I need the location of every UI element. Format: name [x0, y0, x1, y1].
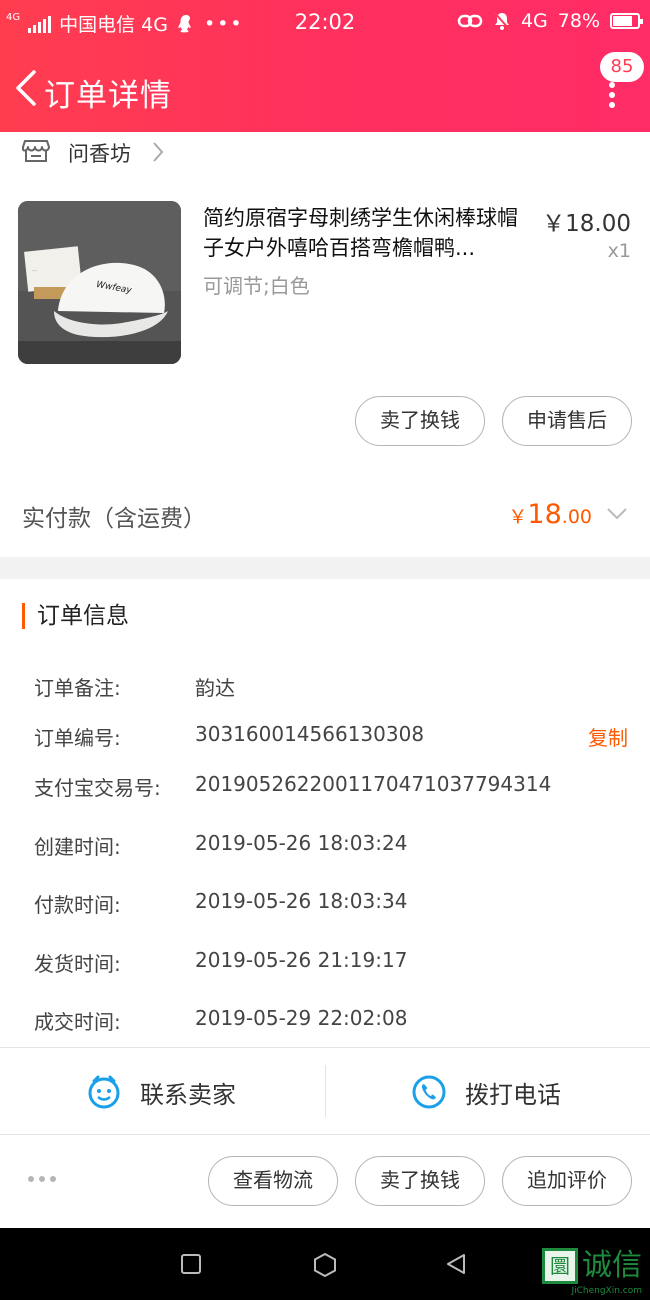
copy-order-number-button[interactable]: 复制	[588, 722, 628, 751]
contact-seller-button[interactable]: 联系卖家	[86, 1066, 236, 1118]
payment-amount: ￥18.00	[508, 499, 592, 530]
status-bar: 4G 中国电信 4G ••• 22:02 4G 78%	[0, 0, 650, 46]
header: 4G 中国电信 4G ••• 22:02 4G 78% 订单详情 85	[0, 0, 650, 132]
page-title: 订单详情	[44, 78, 172, 114]
bell-muted-icon	[493, 11, 511, 31]
more-vertical-icon[interactable]	[600, 82, 624, 110]
order-note-value: 韵达	[195, 676, 235, 700]
battery-fill	[613, 16, 632, 26]
order-number-value: 303160014566130308	[195, 722, 425, 746]
status-right: 4G 78%	[457, 10, 643, 32]
deal-time-value: 2019-05-29 22:02:08	[195, 1006, 408, 1030]
after-sale-button[interactable]: 申请售后	[502, 396, 632, 446]
message-count-badge[interactable]: 85	[600, 52, 644, 82]
created-time-value: 2019-05-26 18:03:24	[195, 831, 408, 855]
divider	[0, 1047, 650, 1048]
product-quantity: x1	[607, 240, 631, 262]
chat-face-icon	[88, 1075, 120, 1109]
link-icon	[457, 14, 483, 28]
product-title[interactable]: 简约原宿字母刺绣学生休闲棒球帽子女户外嘻哈百搭弯檐帽鸭...	[203, 203, 533, 263]
created-time-label: 创建时间:	[34, 835, 121, 859]
paid-time-value: 2019-05-26 18:03:34	[195, 889, 408, 913]
home-icon[interactable]	[312, 1252, 338, 1278]
chevron-right-icon	[153, 142, 164, 162]
shipped-time-label: 发货时间:	[34, 952, 121, 976]
section-divider	[0, 557, 650, 579]
nav-bar: 订单详情 85	[0, 52, 650, 128]
shop-name[interactable]: 问香坊	[68, 138, 131, 168]
product-price: ￥18.00	[542, 211, 631, 237]
alipay-trade-no-label: 支付宝交易号:	[34, 776, 161, 800]
product-spec: 可调节;白色	[203, 274, 310, 298]
product-image[interactable]: ... Wwfeay	[18, 201, 181, 364]
ellipsis-icon[interactable]	[28, 1176, 56, 1182]
contact-seller-label: 联系卖家	[140, 1080, 236, 1109]
back-nav-icon[interactable]	[444, 1252, 468, 1276]
add-review-button[interactable]: 追加评价	[502, 1156, 632, 1206]
payment-label: 实付款（含运费）	[22, 506, 206, 532]
divider	[0, 1134, 650, 1135]
watermark-subtext: JiChengXin.com	[571, 1286, 642, 1296]
cap-photo: ... Wwfeay	[18, 201, 181, 364]
sell-exchange-bottom-button[interactable]: 卖了换钱	[355, 1156, 485, 1206]
network-type: 4G	[520, 10, 548, 32]
deal-time-label: 成交时间:	[34, 1010, 121, 1034]
shipped-time-value: 2019-05-26 21:19:17	[195, 948, 408, 972]
paid-time-label: 付款时间:	[34, 893, 121, 917]
sell-exchange-button[interactable]: 卖了换钱	[355, 396, 485, 446]
watermark-mark: 圜	[542, 1248, 578, 1284]
order-note-label: 订单备注:	[34, 676, 121, 700]
battery-percent: 78%	[557, 10, 600, 32]
watermark-text: 诚信	[582, 1248, 642, 1283]
phone-icon	[412, 1075, 446, 1109]
chevron-down-icon[interactable]	[606, 507, 628, 521]
battery-icon	[610, 13, 643, 29]
recent-apps-icon[interactable]	[179, 1252, 203, 1276]
store-icon	[22, 140, 50, 162]
order-info-title: 订单信息	[22, 603, 129, 629]
view-logistics-button[interactable]: 查看物流	[208, 1156, 338, 1206]
call-phone-label: 拨打电话	[465, 1080, 561, 1109]
order-number-label: 订单编号:	[34, 726, 121, 750]
call-phone-button[interactable]: 拨打电话	[411, 1066, 561, 1118]
alipay-trade-no-value: 2019052622001170471037794314	[195, 772, 552, 796]
amount-decimal: .00	[561, 506, 592, 528]
divider	[325, 1065, 326, 1117]
currency-symbol: ￥	[508, 506, 528, 528]
payment-row[interactable]: 实付款（含运费） ￥18.00	[0, 487, 650, 547]
amount-integer: 18	[527, 499, 562, 530]
shop-row[interactable]: 问香坊	[0, 132, 650, 172]
chevron-left-icon[interactable]	[12, 68, 42, 108]
watermark-logo: 圜 诚信 JiChengXin.com	[542, 1248, 642, 1296]
